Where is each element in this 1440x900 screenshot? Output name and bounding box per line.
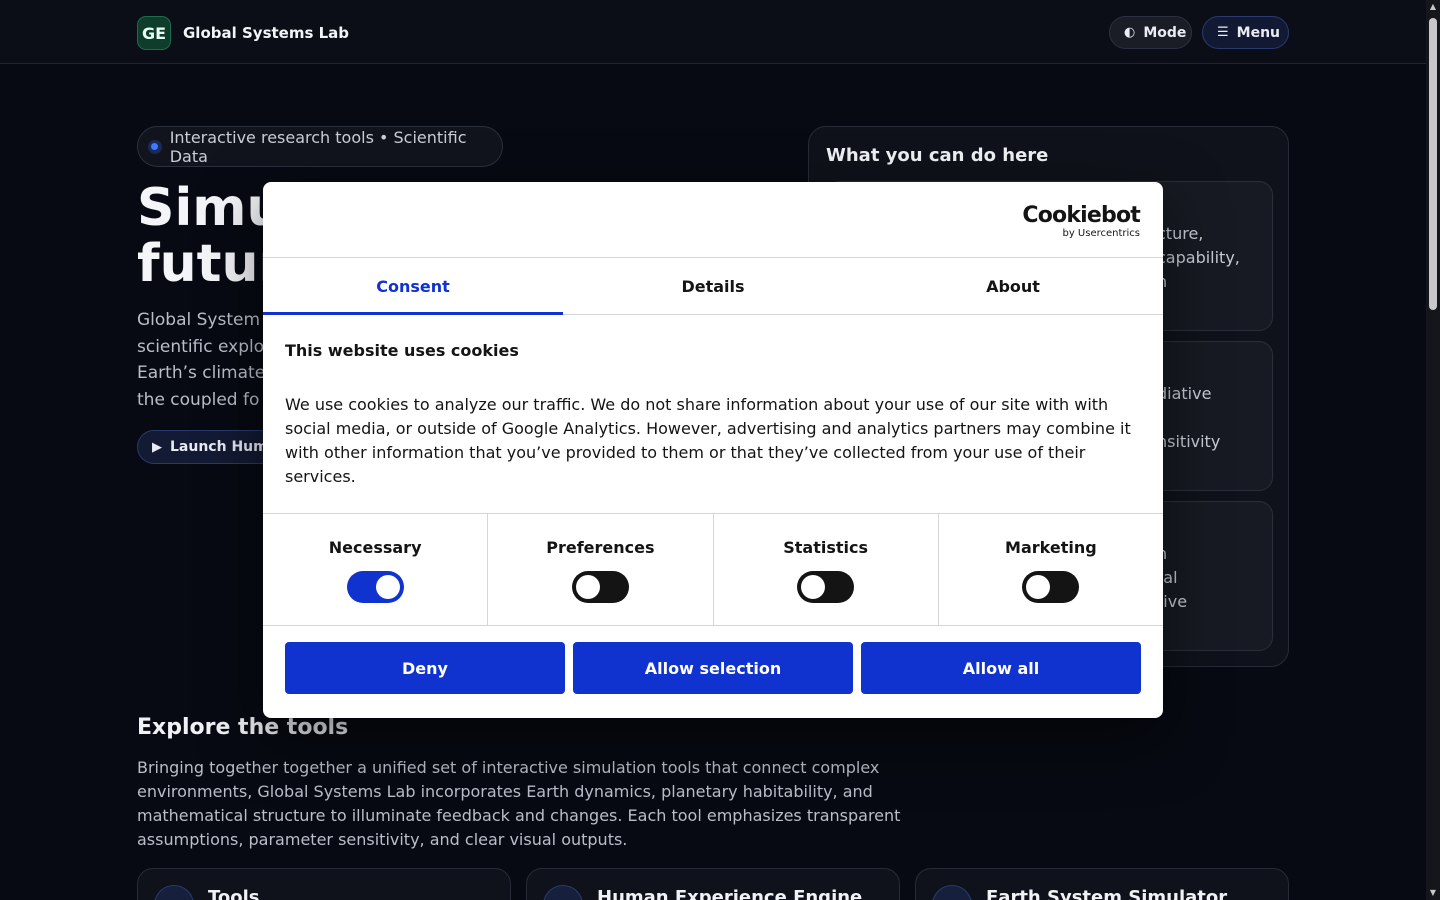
- scroll-up-icon[interactable]: ▲: [1428, 2, 1438, 12]
- dialog-actions: Deny Allow selection Allow all: [285, 642, 1141, 694]
- preferences-toggle[interactable]: [571, 571, 629, 603]
- dialog-body: We use cookies to analyze our traffic. W…: [285, 395, 1131, 486]
- category-statistics: Statistics: [714, 514, 939, 625]
- allow-all-button[interactable]: Allow all: [861, 642, 1141, 694]
- scroll-thumb[interactable]: [1429, 18, 1437, 310]
- tab-about[interactable]: About: [863, 258, 1163, 314]
- category-preferences: Preferences: [488, 514, 714, 625]
- category-label: Preferences: [546, 538, 655, 557]
- deny-button[interactable]: Deny: [285, 642, 565, 694]
- category-label: Necessary: [328, 538, 422, 557]
- page-scrollbar[interactable]: ▲ ▼: [1426, 0, 1440, 900]
- statistics-toggle[interactable]: [797, 571, 855, 603]
- tab-consent[interactable]: Consent: [263, 258, 563, 315]
- scroll-down-icon[interactable]: ▼: [1428, 888, 1438, 898]
- cookiebot-logo: Cookiebot by Usercentrics: [1022, 203, 1140, 240]
- tab-details[interactable]: Details: [563, 258, 863, 314]
- necessary-toggle[interactable]: [346, 571, 404, 603]
- category-label: Statistics: [783, 538, 868, 557]
- dialog-heading: This website uses cookies: [285, 341, 519, 360]
- consent-tabs: Consent Details About: [263, 257, 1163, 315]
- allow-selection-button[interactable]: Allow selection: [573, 642, 853, 694]
- category-label: Marketing: [1005, 538, 1097, 557]
- marketing-toggle[interactable]: [1022, 571, 1080, 603]
- cookiebot-logo-main: Cookiebot: [1022, 203, 1140, 228]
- category-necessary: Necessary: [263, 514, 489, 625]
- cookie-categories: Necessary Preferences Statistics Marketi…: [263, 513, 1163, 626]
- cookiebot-logo-sub: by Usercentrics: [1062, 228, 1140, 239]
- cookie-consent-dialog: Cookiebot by Usercentrics Consent Detail…: [263, 182, 1163, 718]
- category-marketing: Marketing: [939, 514, 1163, 625]
